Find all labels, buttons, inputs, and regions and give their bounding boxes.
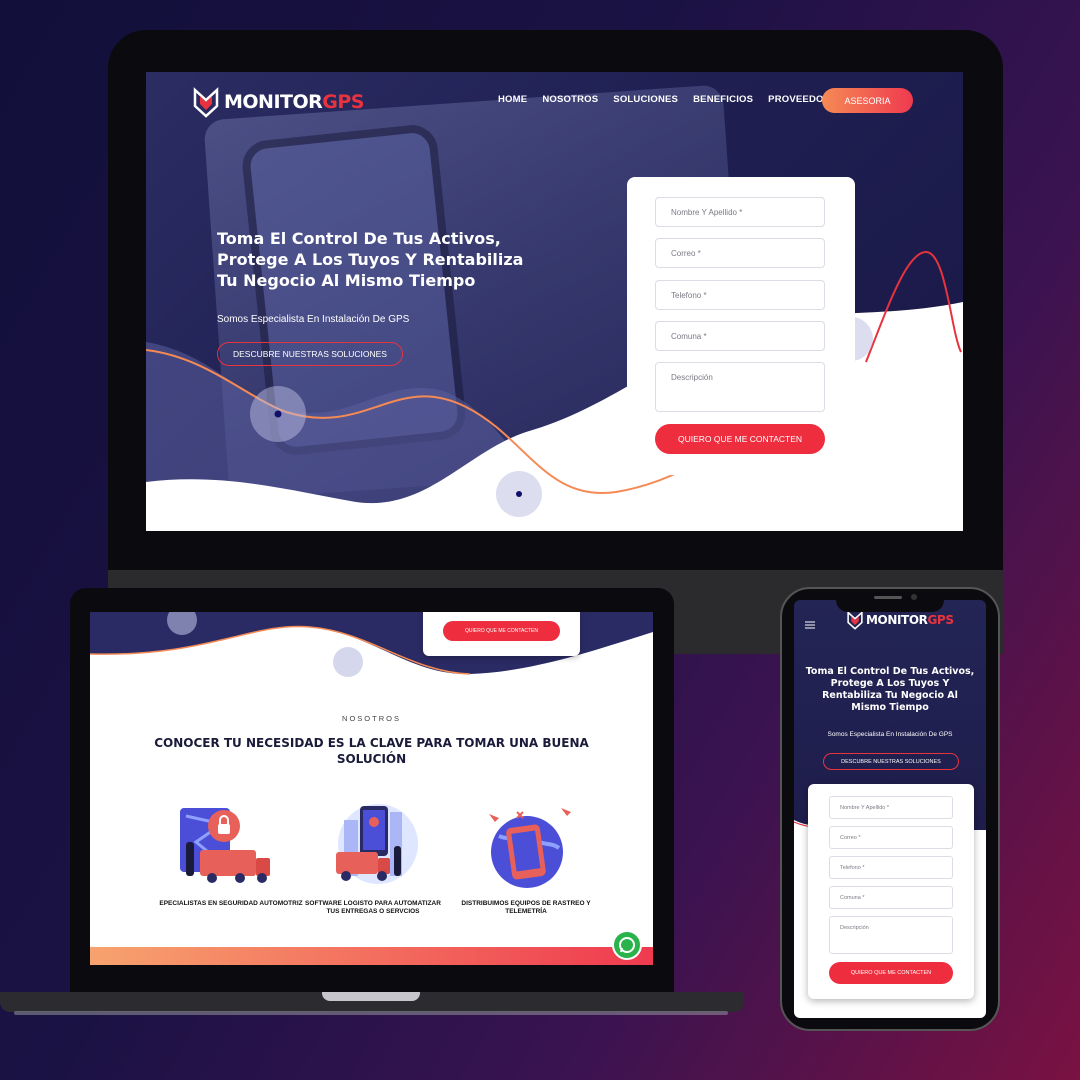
nav-home[interactable]: HOME — [498, 94, 527, 105]
city-delivery-icon — [336, 804, 418, 884]
service-card-tracking — [451, 802, 601, 902]
laptop-contact-form: QUIERO QUE ME CONTACTEN — [423, 612, 580, 656]
service-caption-security: EPECIALISTAS EN SEGURIDAD AUTOMOTRIZ — [159, 900, 303, 907]
service-caption-software: SOFTWARE LOGISTO PARA AUTOMATIZAR TUS EN… — [305, 900, 441, 915]
phone-discover-solutions-button[interactable]: DESCUBRE NUESTRAS SOLUCIONES — [823, 753, 959, 770]
footer-gradient-bar — [90, 947, 653, 965]
top-navigation: MONITORGPS HOME NOSOTROS SOLUCIONES BENE… — [146, 72, 963, 132]
phone-description-field[interactable] — [829, 916, 953, 954]
phone-camera-icon — [911, 594, 917, 600]
laptop-screen: QUIERO QUE ME CONTACTEN NOSOTROS CONOCER… — [90, 612, 653, 965]
hamburger-menu-icon[interactable] — [805, 616, 815, 634]
nav-nosotros[interactable]: NOSOTROS — [542, 94, 598, 105]
asesoria-button[interactable]: ASESORIA — [822, 88, 913, 113]
phone-screen: MONITORGPS Toma El Control De Tus Activo… — [794, 600, 986, 1018]
phone-brand-logo[interactable]: MONITORGPS — [846, 610, 954, 630]
laptop-notch — [322, 992, 420, 1001]
phone-name-field[interactable] — [829, 796, 953, 819]
nav-links: HOME NOSOTROS SOLUCIONES BENEFICIOS PROV… — [498, 94, 844, 105]
nav-soluciones[interactable]: SOLUCIONES — [613, 94, 678, 105]
laptop-shadow — [14, 1011, 728, 1015]
service-caption-tracking: DISTRIBUIMOS EQUIPOS DE RASTREO Y TELEME… — [461, 900, 591, 915]
phone-commune-field[interactable] — [829, 886, 953, 909]
brand-logo[interactable]: MONITORGPS — [192, 86, 364, 118]
phone-contact-form: QUIERO QUE ME CONTACTEN — [808, 784, 974, 999]
brand-name: MONITORGPS — [224, 91, 364, 113]
section-eyebrow: NOSOTROS — [342, 714, 401, 723]
whatsapp-button[interactable] — [612, 930, 642, 960]
discover-solutions-button[interactable]: DESCUBRE NUESTRAS SOLUCIONES — [217, 342, 403, 366]
phone-contact-submit-button[interactable]: QUIERO QUE ME CONTACTEN — [829, 962, 953, 984]
phone-hero-subtitle: Somos Especialista En Instalación De GPS — [827, 731, 953, 738]
laptop-contact-submit-button[interactable]: QUIERO QUE ME CONTACTEN — [443, 621, 560, 641]
phone-hero-title: Toma El Control De Tus Activos, Protege … — [805, 666, 975, 713]
contact-form: QUIERO QUE ME CONTACTEN — [627, 177, 855, 475]
phone-email-field[interactable] — [829, 826, 953, 849]
email-field[interactable] — [655, 238, 825, 268]
phone-phone-field[interactable] — [829, 856, 953, 879]
phone-notch — [836, 592, 944, 612]
phone-field[interactable] — [655, 280, 825, 310]
hero-title: Toma El Control De Tus Activos, Protege … — [217, 229, 524, 290]
hero-subtitle: Somos Especialista En Instalación De GPS — [217, 314, 410, 325]
phone-speaker — [874, 596, 902, 599]
service-card-software — [298, 802, 448, 902]
description-field[interactable] — [655, 362, 825, 412]
shield-m-icon — [847, 610, 863, 630]
service-card-security — [156, 802, 306, 902]
commune-field[interactable] — [655, 321, 825, 351]
contact-submit-button[interactable]: QUIERO QUE ME CONTACTEN — [655, 424, 825, 454]
name-field[interactable] — [655, 197, 825, 227]
nav-beneficios[interactable]: BENEFICIOS — [693, 94, 753, 105]
shield-m-icon — [193, 87, 219, 118]
phone-brand-name: MONITORGPS — [866, 613, 954, 627]
whatsapp-icon — [619, 937, 635, 953]
section-heading: CONOCER TU NECESIDAD ES LA CLAVE PARA TO… — [154, 736, 589, 766]
globe-tracking-icon — [489, 808, 571, 888]
truck-lock-icon — [180, 808, 270, 883]
desktop-screen: MONITORGPS HOME NOSOTROS SOLUCIONES BENE… — [146, 72, 963, 531]
